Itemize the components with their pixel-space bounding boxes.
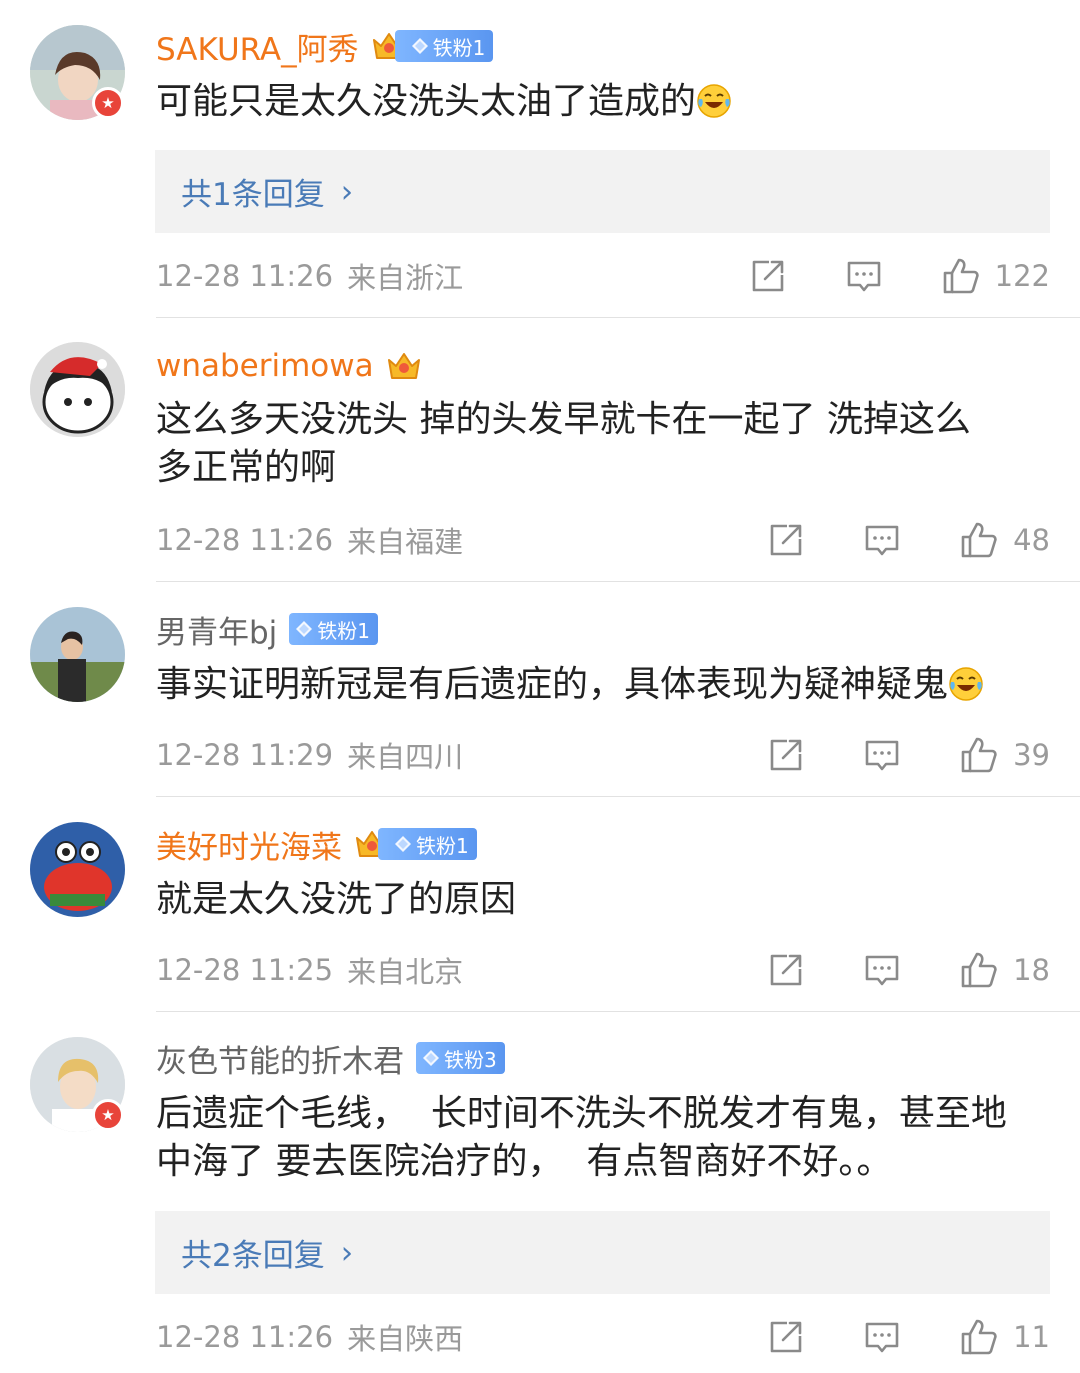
share-icon[interactable]: [767, 1318, 805, 1356]
comment-icon[interactable]: [863, 951, 901, 989]
comment-text-line: 中海了 要去医院治疗的， 有点智商好不好。。: [156, 1141, 893, 1182]
fan-badge: 铁粉1: [378, 828, 477, 860]
location: 来自北京: [347, 955, 464, 989]
chevron-right-icon: ›: [340, 173, 354, 210]
timestamp: 12-28 11:26: [156, 523, 334, 557]
thumbs-up-icon[interactable]: [959, 735, 999, 775]
thumbs-up-icon[interactable]: [941, 256, 981, 296]
location: 来自四川: [347, 740, 464, 774]
chevron-right-icon: ›: [340, 1234, 354, 1271]
fan-badge: 铁粉1: [289, 613, 379, 645]
divider: [156, 317, 1080, 318]
username[interactable]: SAKURA_阿秀: [156, 24, 359, 69]
like-count: 122: [994, 259, 1050, 293]
comment-text-content: 可能只是太久没洗头太油了造成的: [156, 81, 697, 122]
timestamp: 12-28 11:26: [156, 1320, 334, 1354]
fan-badge-label: 铁粉1: [432, 35, 486, 60]
share-icon[interactable]: [767, 521, 805, 559]
thumbs-up-icon[interactable]: [959, 1317, 999, 1357]
thumbs-up-icon[interactable]: [959, 520, 999, 560]
diamond-icon: [295, 620, 313, 638]
username[interactable]: 灰色节能的折木君: [156, 1036, 404, 1081]
diamond-icon: [411, 37, 429, 55]
reply-count-label: 共1条回复: [181, 177, 325, 213]
comment-icon[interactable]: [845, 257, 883, 295]
location: 来自浙江: [347, 261, 464, 295]
username[interactable]: 美好时光海菜: [156, 822, 342, 867]
divider: [156, 796, 1080, 797]
timestamp: 12-28 11:26: [156, 259, 334, 293]
fan-badge: 铁粉3: [416, 1042, 505, 1074]
crown-level-icon: [384, 346, 424, 386]
timestamp: 12-28 11:25: [156, 953, 334, 987]
comment-text-line: 多正常的啊: [156, 447, 337, 488]
location: 来自福建: [347, 525, 464, 559]
comment-text: 可能只是太久没洗头太油了造成的: [156, 78, 1056, 126]
comment-text: 就是太久没洗了的原因: [156, 876, 1056, 924]
avatar[interactable]: [30, 822, 125, 917]
like-count: 11: [1013, 1320, 1050, 1354]
comment-text: 事实证明新冠是有后遗症的，具体表现为疑神疑鬼: [156, 661, 1056, 709]
reply-link[interactable]: 共2条回复 ›: [155, 1211, 1050, 1294]
username[interactable]: 男青年bj: [156, 607, 277, 652]
avatar[interactable]: [30, 342, 125, 437]
comment-text-line: 这么多天没洗头 掉的头发早就卡在一起了 洗掉这么: [156, 399, 971, 440]
comment-text-line: 后遗症个毛线， 长时间不洗头不脱发才有鬼，甚至地: [156, 1093, 1007, 1134]
divider: [156, 581, 1080, 582]
fan-badge-label: 铁粉3: [444, 1047, 497, 1072]
comment-text: 后遗症个毛线， 长时间不洗头不脱发才有鬼，甚至地 中海了 要去医院治疗的， 有点…: [156, 1090, 1056, 1186]
diamond-icon: [394, 835, 412, 853]
reply-count-label: 共2条回复: [181, 1238, 325, 1274]
laugh-cry-emoji-icon: [948, 666, 984, 702]
comment-icon[interactable]: [863, 521, 901, 559]
share-icon[interactable]: [749, 257, 787, 295]
verified-badge-icon: ★: [92, 1099, 124, 1131]
share-icon[interactable]: [767, 951, 805, 989]
fan-badge: 铁粉1: [394, 30, 494, 62]
diamond-icon: [422, 1049, 440, 1067]
laugh-cry-emoji-icon: [696, 83, 732, 119]
thumbs-up-icon[interactable]: [959, 950, 999, 990]
fan-badge-label: 铁粉1: [416, 833, 469, 858]
reply-link[interactable]: 共1条回复 ›: [155, 150, 1050, 233]
share-icon[interactable]: [767, 736, 805, 774]
timestamp: 12-28 11:29: [156, 738, 334, 772]
like-count: 48: [1013, 523, 1050, 557]
comment-text: 这么多天没洗头 掉的头发早就卡在一起了 洗掉这么 多正常的啊: [156, 396, 1056, 492]
avatar[interactable]: [30, 607, 125, 702]
verified-badge-icon: ★: [92, 87, 124, 119]
like-count: 39: [1013, 738, 1050, 772]
comment-icon[interactable]: [863, 1318, 901, 1356]
location: 来自陕西: [347, 1322, 464, 1356]
comment-text-content: 就是太久没洗了的原因: [156, 879, 517, 920]
divider: [156, 1011, 1080, 1012]
fan-badge-label: 铁粉1: [317, 618, 371, 643]
comment-icon[interactable]: [863, 736, 901, 774]
like-count: 18: [1013, 953, 1050, 987]
username[interactable]: wnaberimowa: [156, 348, 374, 384]
comment-text-content: 事实证明新冠是有后遗症的，具体表现为疑神疑鬼: [156, 664, 949, 705]
